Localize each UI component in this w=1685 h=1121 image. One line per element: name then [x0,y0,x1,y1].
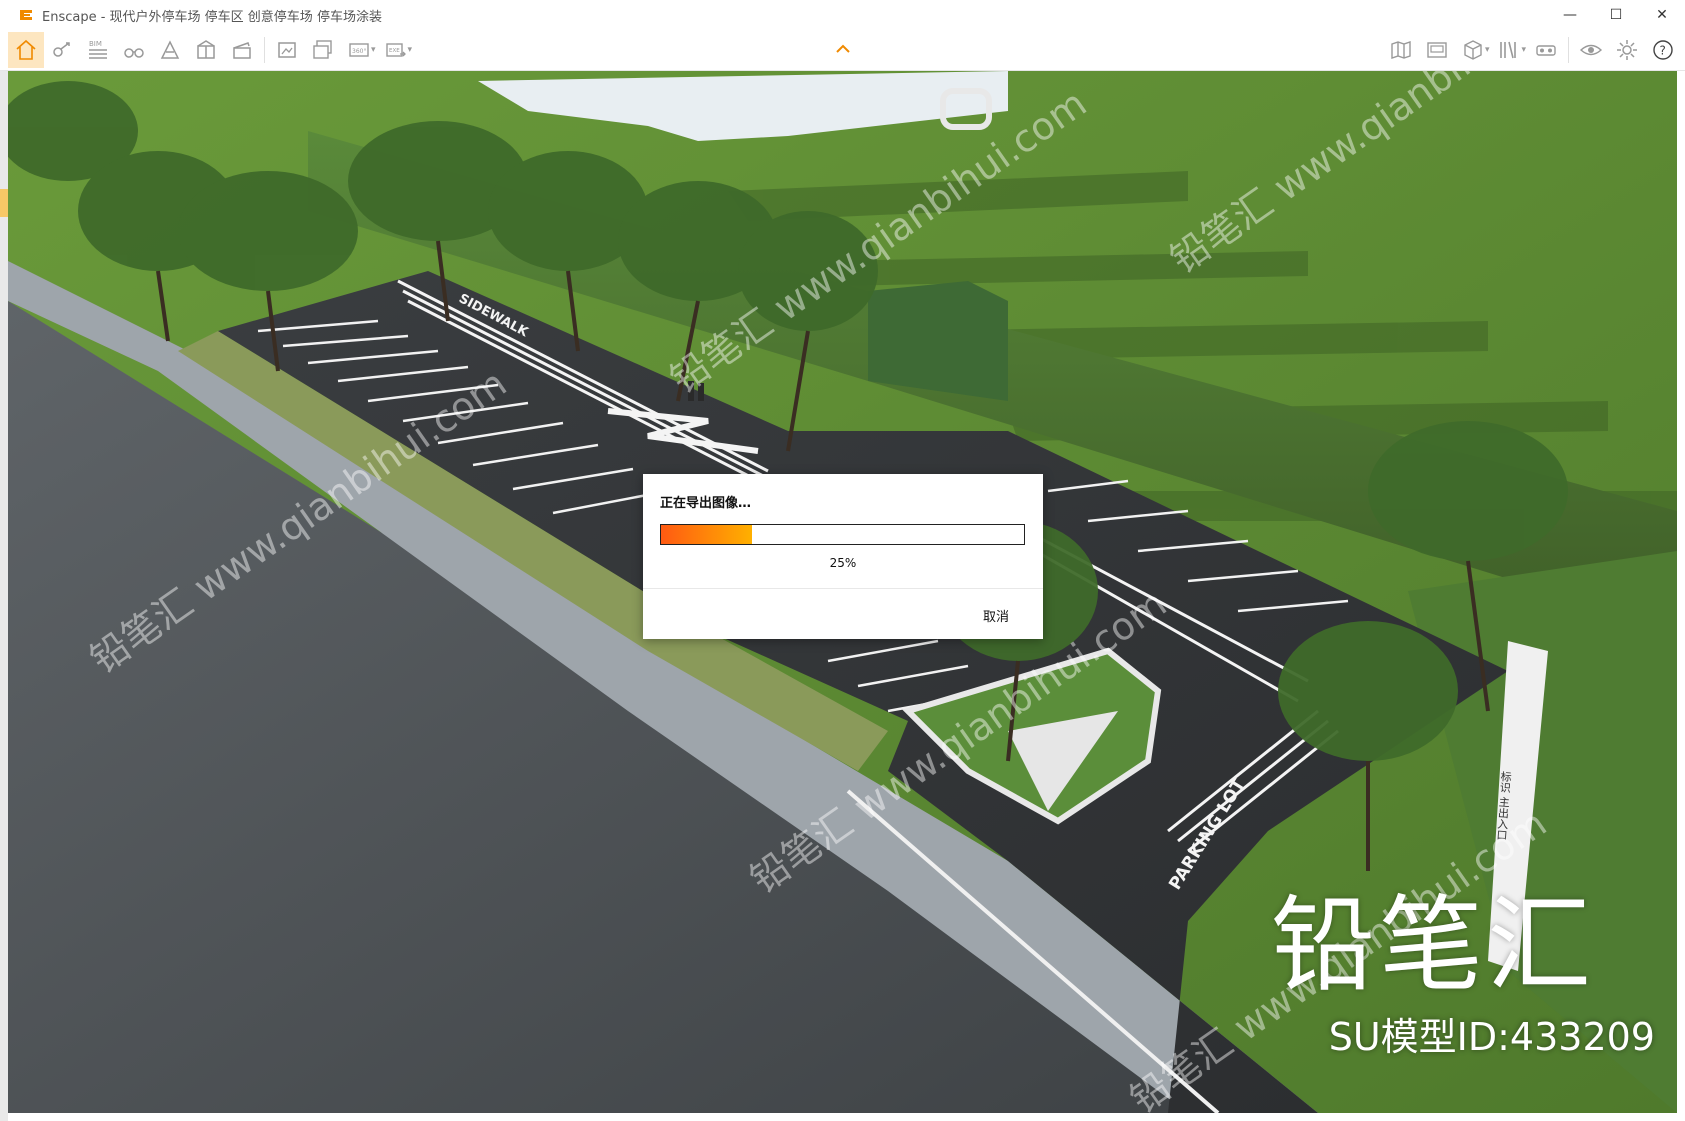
clapper-icon [233,42,251,59]
help-icon: ? [1653,40,1673,60]
close-button[interactable]: ✕ [1639,0,1685,30]
atmosphere-icon [160,40,180,59]
settings-button[interactable] [1609,32,1645,68]
toolbar-separator [264,37,265,63]
asset-library-button[interactable] [188,32,224,68]
toolbar-right-group: ▾ ▾ ? [1383,30,1681,70]
book-icon [1500,41,1517,59]
video-editor-button[interactable] [1419,32,1455,68]
svg-text:?: ? [1660,44,1666,58]
asset-library-icon [197,40,215,59]
toolbar-separator [1568,37,1569,63]
settings-gear-icon [1617,40,1637,60]
sync-link-icon [53,42,70,57]
vr-headset-icon [1536,45,1556,56]
model-id-watermark: SU模型ID:433209 [1328,1015,1655,1059]
map-icon [1391,41,1411,59]
cancel-button[interactable]: 取消 [983,606,1009,625]
live-sync-button[interactable] [44,32,80,68]
collapse-chevron-icon[interactable] [832,38,854,60]
main-toolbar: BIM 360° ▾ EXE ▾ ▾ ▾ ? [0,30,1685,71]
minimize-button[interactable]: — [1547,0,1593,30]
progress-fill [661,525,752,544]
svg-text:EXE: EXE [389,48,400,54]
green-box-structure [868,281,1008,401]
dialog-title: 正在导出图像… [660,496,752,511]
left-panel-edge [0,71,8,1121]
batch-export-icon [313,40,332,59]
home-icon [16,39,36,60]
left-panel-marker [0,189,8,217]
export-progress-bar [660,524,1025,545]
binoculars-icon [124,48,144,58]
cube-view-button[interactable] [1455,32,1491,68]
video-editor-icon [1427,42,1447,58]
bim-icon: BIM [89,40,107,59]
eye-icon [1579,44,1603,56]
screenshot-button[interactable] [269,32,305,68]
views-button[interactable] [116,32,152,68]
export-standalone-button[interactable]: EXE [378,32,414,68]
toolbar-left-group: BIM 360° ▾ EXE ▾ [8,30,414,70]
window-title: Enscape - 现代户外停车场 停车区 创意停车场 停车场涂装 [42,9,382,25]
home-button[interactable] [8,32,44,68]
dialog-divider [643,588,1043,589]
svg-text:BIM: BIM [89,40,102,48]
help-button[interactable]: ? [1645,32,1681,68]
atmosphere-button[interactable] [152,32,188,68]
book-button[interactable] [1491,32,1527,68]
cube-view-icon [1464,40,1482,60]
progress-percent: 25% [829,556,857,570]
bim-button[interactable]: BIM [80,32,116,68]
panorama-button[interactable]: 360° [341,32,377,68]
map-button[interactable] [1383,32,1419,68]
brand-watermark: 铅笔汇 [1270,884,1595,1006]
enscape-logo-icon [20,10,32,20]
title-bar: Enscape - 现代户外停车场 停车区 创意停车场 停车场涂装 — ☐ ✕ [0,0,1685,31]
vr-button[interactable] [1528,32,1564,68]
enscape-window: Enscape - 现代户外停车场 停车区 创意停车场 停车场涂装 — ☐ ✕ … [0,0,1685,1121]
exe-export-icon: EXE [385,43,406,57]
video-button[interactable] [224,32,260,68]
svg-text:360°: 360° [352,48,366,55]
maximize-button[interactable]: ☐ [1593,0,1639,30]
batch-render-button[interactable] [305,32,341,68]
export-progress-dialog: 正在导出图像… 25% 取消 [643,474,1043,639]
window-controls: — ☐ ✕ [1547,0,1685,30]
screenshot-export-icon [278,42,296,58]
visual-settings-button[interactable] [1573,32,1609,68]
panorama-360-icon: 360° [349,43,369,57]
